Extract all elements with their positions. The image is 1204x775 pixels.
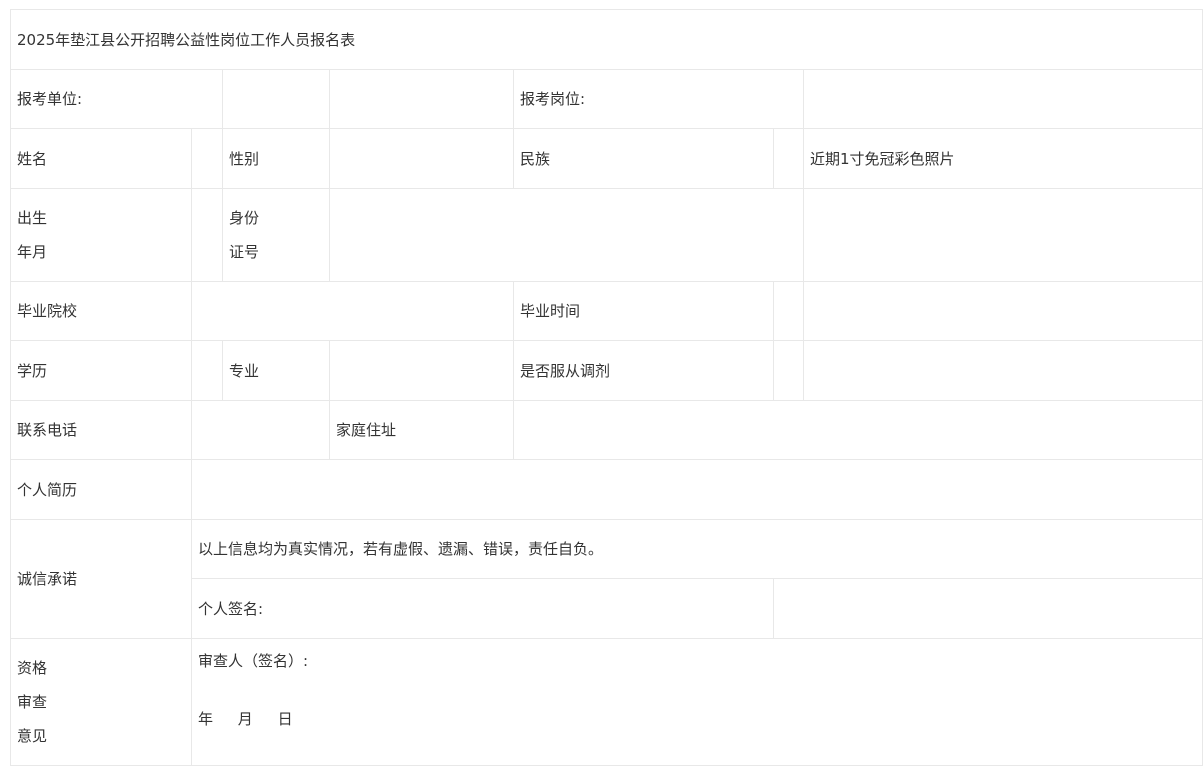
label-position: 报考岗位: <box>513 69 804 129</box>
field-position[interactable] <box>802 69 1204 129</box>
label-phone: 联系电话 <box>10 400 192 460</box>
label-personal-signature: 个人签名: <box>191 578 774 639</box>
label-school: 毕业院校 <box>10 281 192 341</box>
field-ethnicity[interactable] <box>773 128 804 189</box>
photo-cell: 近期1寸免冠彩色照片 <box>802 128 1204 189</box>
label-birth-line2: 年月 <box>17 243 48 261</box>
label-resume: 个人简历 <box>10 459 192 520</box>
label-review-line3: 意见 <box>17 727 48 745</box>
field-school[interactable] <box>191 281 514 341</box>
label-id-line2: 证号 <box>229 243 260 261</box>
field-education[interactable] <box>191 340 223 401</box>
label-accept-adjust: 是否服从调剂 <box>513 340 774 401</box>
field-accept-adjust[interactable] <box>773 340 804 401</box>
label-ethnicity: 民族 <box>513 128 774 189</box>
label-id: 身份 证号 <box>222 188 330 282</box>
label-address: 家庭住址 <box>329 400 514 460</box>
field-personal-signature[interactable] <box>772 578 1204 639</box>
registration-form-table: 2025年垫江县公开招聘公益性岗位工作人员报名表 报考单位: 报考岗位: 姓名 … <box>9 9 1204 766</box>
field-birth[interactable] <box>191 188 223 282</box>
date-month: 月 <box>237 710 253 728</box>
photo-area <box>802 188 1204 282</box>
label-birth: 出生 年月 <box>10 188 192 282</box>
field-address[interactable] <box>512 400 1204 460</box>
label-grad-time: 毕业时间 <box>513 281 774 341</box>
label-review-line2: 审查 <box>17 693 48 711</box>
field-unit-extra[interactable] <box>329 69 514 129</box>
field-major[interactable] <box>329 340 514 401</box>
form-title: 2025年垫江县公开招聘公益性岗位工作人员报名表 <box>9 9 1204 70</box>
field-grad-time-extra[interactable] <box>802 281 1204 341</box>
label-birth-line1: 出生 <box>17 209 48 227</box>
label-integrity: 诚信承诺 <box>10 519 192 639</box>
label-unit: 报考单位: <box>10 69 223 129</box>
review-date: 年 月 日 <box>198 709 1196 729</box>
label-id-line1: 身份 <box>229 209 260 227</box>
label-education: 学历 <box>10 340 192 401</box>
label-gender: 性别 <box>222 128 330 189</box>
field-resume[interactable] <box>190 459 1204 520</box>
field-name[interactable] <box>191 128 223 189</box>
label-major: 专业 <box>222 340 330 401</box>
date-day: 日 <box>277 710 293 728</box>
integrity-statement: 以上信息均为真实情况，若有虚假、遗漏、错误，责任自负。 <box>190 519 1204 579</box>
label-review: 资格 审查 意见 <box>10 638 192 766</box>
label-name: 姓名 <box>10 128 192 189</box>
label-review-line1: 资格 <box>17 659 48 677</box>
label-reviewer-signature: 审查人（签名）: <box>198 652 309 670</box>
field-phone[interactable] <box>191 400 330 460</box>
field-unit[interactable] <box>222 69 330 129</box>
field-grad-time[interactable] <box>773 281 804 341</box>
field-gender[interactable] <box>329 128 514 189</box>
field-id-number[interactable] <box>329 188 804 282</box>
review-opinion-cell[interactable]: 审查人（签名）: 年 月 日 <box>190 638 1204 766</box>
field-accept-adjust-extra[interactable] <box>802 340 1204 401</box>
date-year: 年 <box>198 710 214 728</box>
